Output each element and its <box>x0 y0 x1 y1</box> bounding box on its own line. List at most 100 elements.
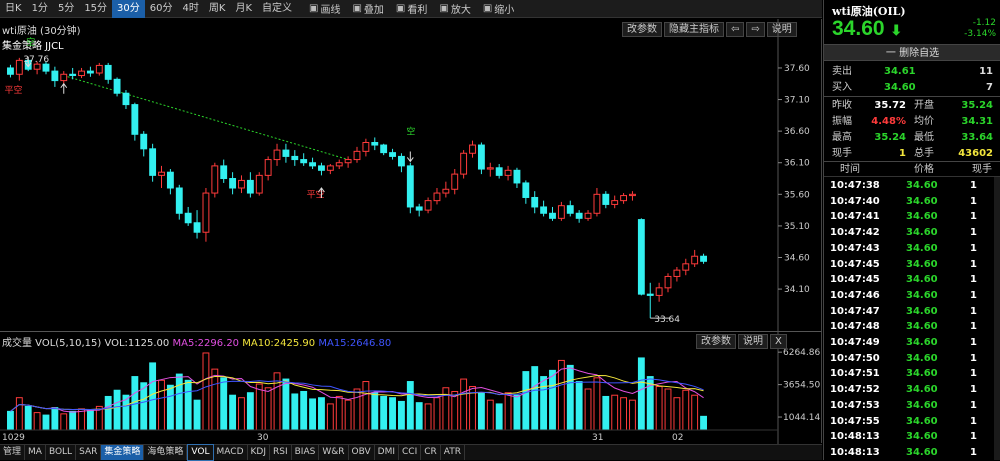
indicator-tab[interactable]: RSI <box>270 445 292 460</box>
volume-tick-label: 1044.14 <box>783 413 820 423</box>
volume-bar <box>380 395 388 431</box>
indicator-tab[interactable]: 集金策略 <box>101 445 145 460</box>
stats-row: 昨收 35.72 开盘 35.24 <box>824 98 1000 114</box>
candle-body <box>238 179 245 189</box>
period-tab[interactable]: 30分 <box>112 0 145 18</box>
candle-body <box>637 219 645 295</box>
candle-body <box>104 64 112 80</box>
volume-bar <box>78 408 85 431</box>
overlay-icon: ▣ <box>352 3 362 14</box>
stat-label: 总手 <box>914 148 934 159</box>
candle-body <box>264 159 272 176</box>
period-tab[interactable]: 60分 <box>145 0 178 18</box>
tick-price: 34.60 <box>906 415 938 427</box>
bid-label: 买入 <box>832 82 852 93</box>
candle <box>220 159 228 183</box>
period-tab[interactable]: 4时 <box>178 0 204 18</box>
candle <box>371 137 379 151</box>
tick-time: 10:47:55 <box>830 415 880 427</box>
candlestick-chart[interactable]: 37.60 37.10 36.60 36.10 35.60 35.10 34.60 34.10… <box>0 19 822 331</box>
indicator-tab[interactable]: KDJ <box>248 445 270 460</box>
period-tab[interactable]: 1分 <box>27 0 53 18</box>
candle-body <box>95 64 103 74</box>
tick-row: 10:47:47 34.60 1 <box>824 304 1000 320</box>
last-price-value: 34.60 <box>832 17 885 40</box>
volume-bar <box>673 397 681 431</box>
indicator-tab[interactable]: SAR <box>76 445 102 460</box>
tool-zoom-in-button[interactable]: ▣ 放大 <box>433 1 476 16</box>
volume-button-row: 改参数 说明 X <box>696 334 787 349</box>
period-tab[interactable]: 15分 <box>79 0 112 18</box>
tool-overlay-button[interactable]: ▣ 叠加 <box>346 1 389 16</box>
indicator-tab[interactable]: VOL <box>187 444 214 461</box>
volume-bar <box>371 392 379 431</box>
candle <box>229 172 237 195</box>
candle-body <box>397 155 405 167</box>
tool-pen-button[interactable]: ▣ 画线 <box>303 1 346 16</box>
candle <box>486 162 494 177</box>
indicator-tab[interactable]: W&R <box>319 445 349 460</box>
candle-body <box>477 144 485 170</box>
volume-bar <box>611 394 619 431</box>
tool-label: 看利 <box>407 5 428 16</box>
volume-bar <box>7 410 14 431</box>
candle-body <box>406 165 414 208</box>
volume-bar <box>318 397 325 431</box>
ticks-scrollbar[interactable] <box>994 177 1000 460</box>
volume-bar <box>255 383 263 431</box>
period-tab[interactable]: 周K <box>204 0 231 18</box>
remove-watchlist-button[interactable]: 一 删除自选 <box>824 44 1000 61</box>
indicator-tab[interactable]: 管理 <box>0 445 26 460</box>
candle <box>504 165 512 181</box>
candle <box>637 218 645 296</box>
indicator-tab[interactable]: 海龟策略 <box>144 445 188 460</box>
volume-bar <box>309 398 317 431</box>
indicator-tab[interactable]: CR <box>421 445 441 460</box>
indicator-tab[interactable]: MA <box>25 445 46 460</box>
tool-zoom-out-button[interactable]: ▣ 缩小 <box>477 1 520 16</box>
tick-time: 10:48:13 <box>830 431 880 443</box>
indicator-tab[interactable]: BOLL <box>46 445 77 460</box>
stat-value: 35.24 <box>961 100 993 111</box>
stats-row: 振幅 4.48% 均价 34.31 <box>824 114 1000 130</box>
tick-time: 10:47:52 <box>830 384 880 396</box>
candle-body <box>202 192 210 233</box>
tick-volume: 1 <box>970 399 977 411</box>
volume-help-button[interactable]: 说明 <box>738 334 768 349</box>
indicator-tab[interactable]: CCI <box>399 445 422 460</box>
tick-row: 10:47:43 34.60 1 <box>824 241 1000 257</box>
tick-volume: 1 <box>970 368 977 380</box>
indicator-tab[interactable]: MACD <box>214 445 248 460</box>
period-tab[interactable]: 日K <box>0 0 27 18</box>
indicator-tab[interactable]: OBV <box>349 445 375 460</box>
period-tab[interactable]: 月K <box>230 0 257 18</box>
ticks-header-price: 价格 <box>914 164 934 175</box>
volume-close-button[interactable]: X <box>770 334 787 349</box>
candle <box>700 253 707 264</box>
stat-value: 34.31 <box>961 116 993 127</box>
candle <box>166 169 174 195</box>
tick-row: 10:47:55 34.60 1 <box>824 414 1000 430</box>
volume-params-button[interactable]: 改参数 <box>696 334 736 349</box>
period-tab[interactable]: 5分 <box>53 0 79 18</box>
period-tab[interactable]: 自定义 <box>257 0 297 18</box>
candle-body <box>540 206 548 214</box>
indicator-tab[interactable]: ATR <box>441 445 465 460</box>
tick-time: 10:47:43 <box>830 242 880 254</box>
last-price: 34.60 ⬇ <box>832 17 902 41</box>
tick-time: 10:47:38 <box>830 180 880 191</box>
candle <box>149 143 157 182</box>
tick-row: 10:47:53 34.60 1 <box>824 398 1000 414</box>
tick-time: 10:47:53 <box>830 399 880 411</box>
candle <box>353 146 361 163</box>
indicator-tab[interactable]: BIAS <box>292 445 320 460</box>
indicator-tab[interactable]: DMI <box>375 445 399 460</box>
volume-bar <box>682 389 690 431</box>
candle-body <box>220 165 228 180</box>
stat-value: 33.64 <box>961 132 993 143</box>
candle <box>113 77 121 97</box>
candle-body <box>602 193 610 205</box>
candle <box>620 193 628 204</box>
candle <box>469 140 476 158</box>
tool-profit-button[interactable]: ▣ 看利 <box>390 1 433 16</box>
